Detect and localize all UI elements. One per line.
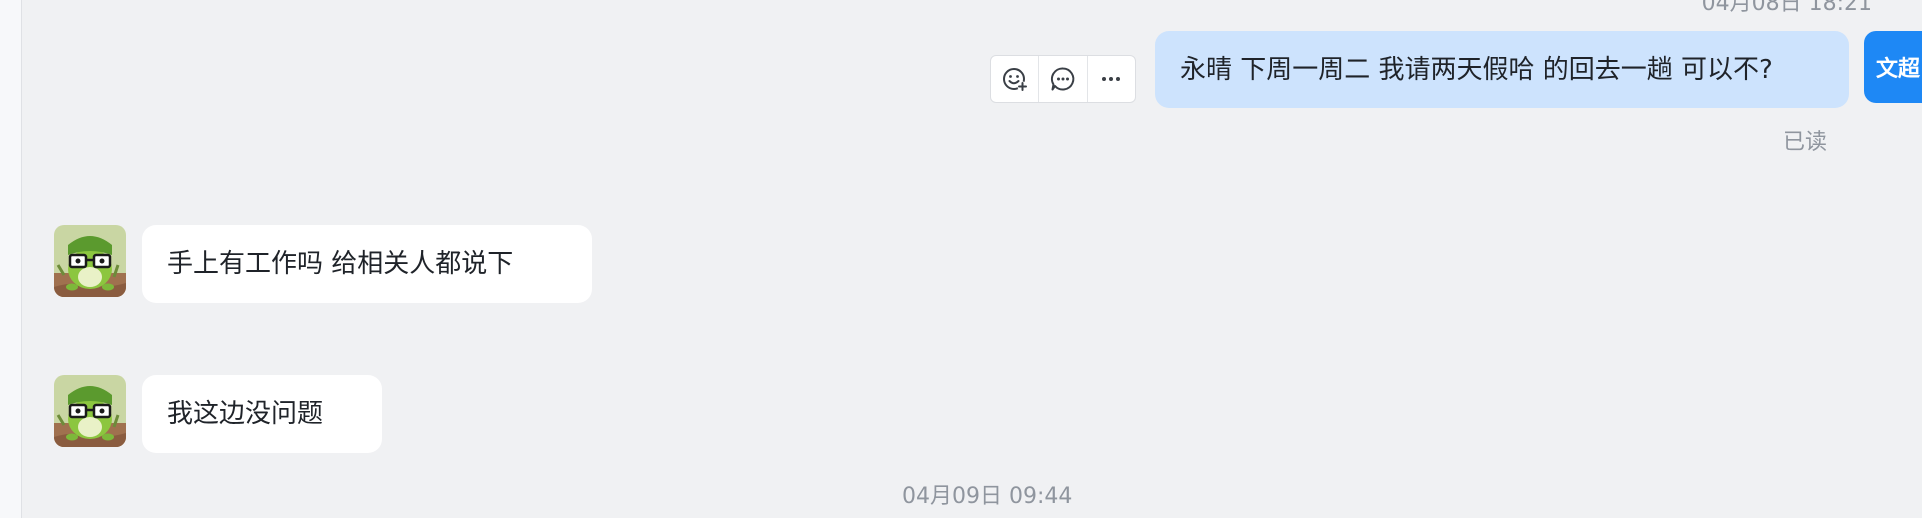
- left-panel-edge: [0, 0, 22, 518]
- incoming-message-bubble[interactable]: 我这边没问题: [142, 375, 382, 453]
- add-reaction-button[interactable]: [991, 56, 1040, 102]
- incoming-message-bubble[interactable]: 手上有工作吗 给相关人都说下: [142, 225, 592, 303]
- timestamp-divider: 04月08日 18:21: [1701, 0, 1872, 16]
- avatar-name: 文超: [1876, 57, 1921, 82]
- avatar[interactable]: [54, 225, 126, 297]
- self-avatar[interactable]: 文超: [1864, 31, 1922, 103]
- timestamp-divider: 04月09日 09:44: [902, 484, 1073, 509]
- read-status-label: 已读: [1782, 130, 1827, 155]
- emoji-reaction-icon: [1002, 68, 1028, 92]
- reply-icon: [1050, 67, 1075, 91]
- frog-with-glasses-avatar-icon: [54, 225, 126, 297]
- more-icon: [1102, 77, 1121, 81]
- message-text: 手上有工作吗 给相关人都说下: [167, 249, 514, 279]
- message-action-toolbar: [990, 55, 1136, 103]
- avatar[interactable]: [54, 375, 126, 447]
- reply-button[interactable]: [1039, 56, 1088, 102]
- outgoing-message-bubble[interactable]: 永晴 下周一周二 我请两天假哈 的回去一趟 可以不?: [1155, 31, 1849, 108]
- chat-message-area[interactable]: 04月08日 18:21 永晴 下周一周二 我请两天假哈 的回去一趟 可以不? …: [22, 0, 1922, 518]
- more-actions-button[interactable]: [1088, 56, 1135, 102]
- message-text: 我这边没问题: [167, 399, 324, 429]
- message-text: 永晴 下周一周二 我请两天假哈 的回去一趟 可以不?: [1180, 54, 1773, 85]
- frog-with-glasses-avatar-icon: [54, 375, 126, 447]
